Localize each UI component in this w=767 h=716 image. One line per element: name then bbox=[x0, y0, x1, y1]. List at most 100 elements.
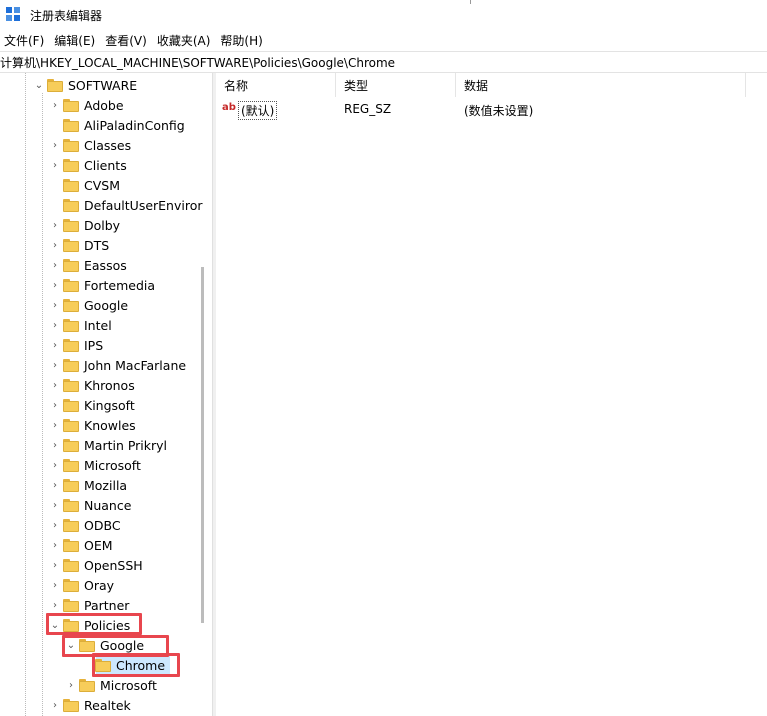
menu-view[interactable]: 查看(V) bbox=[101, 32, 153, 49]
tree-item[interactable]: › Oray bbox=[48, 575, 114, 595]
chevron-right-icon[interactable]: › bbox=[64, 675, 78, 695]
tree-item-label: Google bbox=[84, 297, 129, 313]
tree-item-label: Nuance bbox=[84, 497, 132, 513]
tree-item[interactable]: › Nuance bbox=[48, 495, 131, 515]
menu-favorites[interactable]: 收藏夹(A) bbox=[153, 32, 217, 49]
chevron-right-icon[interactable]: › bbox=[48, 455, 62, 475]
chevron-down-icon[interactable]: ⌄ bbox=[32, 75, 46, 95]
folder-icon bbox=[62, 578, 80, 592]
chevron-right-icon[interactable]: › bbox=[48, 215, 62, 235]
chevron-right-icon[interactable]: › bbox=[48, 255, 62, 275]
folder-icon bbox=[62, 558, 80, 572]
tree-item-label: DefaultUserEnviror bbox=[84, 197, 203, 213]
chevron-right-icon[interactable]: › bbox=[48, 575, 62, 595]
tree-item[interactable]: › Classes bbox=[48, 135, 131, 155]
values-list[interactable]: 名称 类型 数据 ab (默认) REG_SZ (数值未设置) bbox=[216, 73, 767, 716]
chevron-right-icon[interactable]: › bbox=[48, 415, 62, 435]
tree-item[interactable]: › Partner bbox=[48, 595, 129, 615]
address-bar[interactable]: 计算机\HKEY_LOCAL_MACHINE\SOFTWARE\Policies… bbox=[0, 51, 767, 73]
column-header-type[interactable]: 类型 bbox=[336, 73, 456, 97]
chevron-right-icon[interactable]: › bbox=[48, 475, 62, 495]
tree-item[interactable]: › Adobe bbox=[48, 95, 124, 115]
tree-item[interactable]: AliPaladinConfig bbox=[48, 115, 185, 135]
folder-icon bbox=[78, 678, 96, 692]
column-header-label: 数据 bbox=[464, 78, 489, 93]
chevron-right-icon[interactable]: › bbox=[48, 595, 62, 615]
column-header-name[interactable]: 名称 bbox=[216, 73, 336, 97]
tree-guide-line bbox=[42, 93, 43, 716]
tree-item[interactable]: › John MacFarlane bbox=[48, 355, 186, 375]
menu-help[interactable]: 帮助(H) bbox=[216, 32, 268, 49]
title-bar: 注册表编辑器 bbox=[0, 0, 767, 30]
tree-item[interactable]: › IPS bbox=[48, 335, 103, 355]
chevron-right-icon[interactable]: › bbox=[48, 395, 62, 415]
chevron-right-icon[interactable]: › bbox=[48, 135, 62, 155]
chevron-right-icon[interactable]: › bbox=[48, 155, 62, 175]
tree-item[interactable]: › Kingsoft bbox=[48, 395, 135, 415]
chevron-right-icon[interactable]: › bbox=[48, 695, 62, 715]
folder-icon bbox=[46, 78, 64, 92]
column-header-data[interactable]: 数据 bbox=[456, 73, 746, 97]
key-tree[interactable]: ⌄ SOFTWARE › Adobe AliPaladinConfig › Classe… bbox=[0, 73, 212, 716]
tree-item[interactable]: › Knowles bbox=[48, 415, 136, 435]
tree-item-label: John MacFarlane bbox=[84, 357, 187, 373]
chevron-right-icon[interactable]: › bbox=[48, 235, 62, 255]
tree-guide-line bbox=[25, 73, 26, 716]
chevron-right-icon[interactable]: › bbox=[48, 515, 62, 535]
folder-icon bbox=[62, 378, 80, 392]
tree-item[interactable]: › OpenSSH bbox=[48, 555, 143, 575]
folder-icon bbox=[62, 358, 80, 372]
highlight-box-policies bbox=[46, 613, 142, 635]
chevron-right-icon[interactable]: › bbox=[48, 335, 62, 355]
tree-item-label: Dolby bbox=[84, 217, 121, 233]
tree-scrollbar[interactable] bbox=[201, 267, 204, 623]
tree-item-microsoft-policy[interactable]: › Microsoft bbox=[64, 675, 157, 695]
tree-item[interactable]: › Fortemedia bbox=[48, 275, 155, 295]
tree-item[interactable]: › Microsoft bbox=[48, 455, 141, 475]
folder-icon bbox=[62, 118, 80, 132]
tree-item[interactable]: › Clients bbox=[48, 155, 127, 175]
tree-item-label: AliPaladinConfig bbox=[84, 117, 185, 133]
chevron-right-icon[interactable]: › bbox=[48, 295, 62, 315]
tree-item[interactable]: › ODBC bbox=[48, 515, 121, 535]
chevron-right-icon[interactable]: › bbox=[48, 555, 62, 575]
tree-item-software[interactable]: ⌄ SOFTWARE bbox=[32, 75, 137, 95]
chevron-right-icon[interactable]: › bbox=[48, 535, 62, 555]
tree-item-realtek[interactable]: › Realtek bbox=[48, 695, 131, 715]
tree-item-label: OpenSSH bbox=[84, 557, 143, 573]
folder-icon bbox=[62, 218, 80, 232]
tree-item-label: Kingsoft bbox=[84, 397, 135, 413]
value-row[interactable]: ab (默认) REG_SZ (数值未设置) bbox=[216, 100, 767, 120]
chevron-right-icon[interactable]: › bbox=[48, 495, 62, 515]
tree-item-label: CVSM bbox=[84, 177, 120, 193]
menu-edit[interactable]: 编辑(E) bbox=[50, 32, 101, 49]
chevron-right-icon[interactable]: › bbox=[48, 375, 62, 395]
chevron-right-icon[interactable]: › bbox=[48, 95, 62, 115]
tree-item[interactable]: › Khronos bbox=[48, 375, 135, 395]
tree-item[interactable]: › Martin Prikryl bbox=[48, 435, 167, 455]
tree-item-label: Microsoft bbox=[84, 457, 141, 473]
tree-item[interactable]: › OEM bbox=[48, 535, 113, 555]
tree-item[interactable]: › Google bbox=[48, 295, 128, 315]
chevron-right-icon[interactable]: › bbox=[48, 315, 62, 335]
tree-item-label: Eassos bbox=[84, 257, 127, 273]
window-title: 注册表编辑器 bbox=[30, 8, 103, 23]
folder-icon bbox=[62, 698, 80, 712]
tree-item[interactable]: › DTS bbox=[48, 235, 109, 255]
tree-item[interactable]: DefaultUserEnviror bbox=[48, 195, 203, 215]
tree-item[interactable]: CVSM bbox=[48, 175, 120, 195]
chevron-right-icon[interactable]: › bbox=[48, 275, 62, 295]
tree-item[interactable]: › Intel bbox=[48, 315, 112, 335]
folder-icon bbox=[62, 198, 80, 212]
folder-icon bbox=[62, 338, 80, 352]
tree-item[interactable]: › Dolby bbox=[48, 215, 120, 235]
chevron-right-icon[interactable]: › bbox=[48, 435, 62, 455]
tree-item[interactable]: › Eassos bbox=[48, 255, 127, 275]
title-divider bbox=[470, 0, 471, 4]
menu-bar: 文件(F) 编辑(E) 查看(V) 收藏夹(A) 帮助(H) bbox=[0, 30, 767, 51]
folder-icon bbox=[62, 318, 80, 332]
tree-item[interactable]: › Mozilla bbox=[48, 475, 127, 495]
chevron-right-icon[interactable]: › bbox=[48, 355, 62, 375]
menu-file[interactable]: 文件(F) bbox=[0, 32, 50, 49]
